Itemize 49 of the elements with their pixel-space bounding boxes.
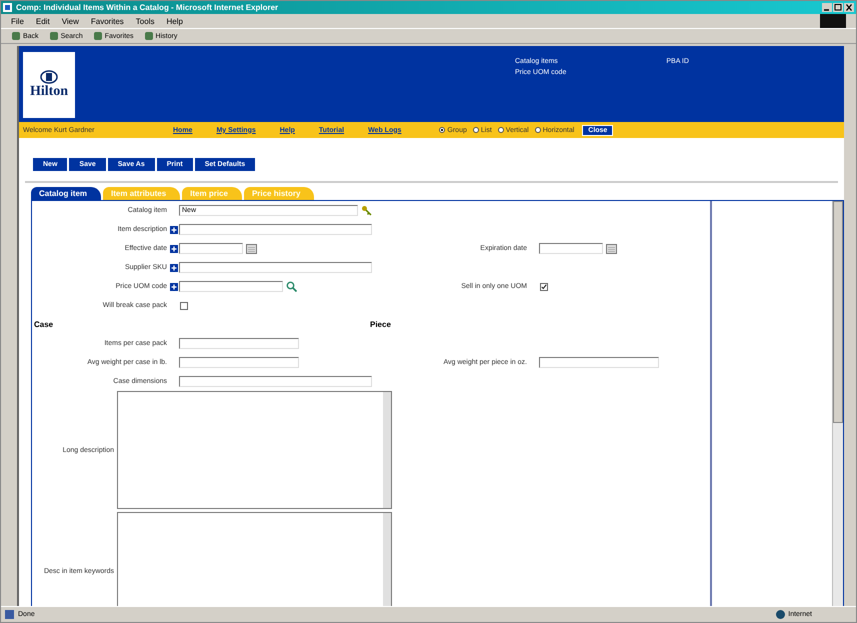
window-title: Comp: Individual Items Within a Catalog - Microsoft Internet Explorer (16, 3, 280, 12)
minimize-icon[interactable] (822, 3, 832, 12)
scrollbar-thumb[interactable] (833, 201, 843, 423)
section-heading: Piece (370, 320, 391, 329)
input-field[interactable] (179, 357, 299, 368)
maximize-icon[interactable] (833, 3, 843, 12)
scrollbar[interactable] (383, 392, 391, 508)
key-icon[interactable] (361, 205, 372, 216)
radio-button[interactable] (472, 127, 479, 133)
checkbox[interactable] (180, 302, 188, 310)
date-field[interactable] (539, 243, 603, 254)
input-field[interactable] (179, 224, 372, 235)
hilton-logo: Hilton (23, 52, 75, 118)
radio-button[interactable] (439, 127, 446, 133)
radio-button[interactable] (498, 127, 504, 133)
browser-icon (3, 3, 12, 12)
toolbar-icon[interactable] (11, 31, 21, 41)
menu-item[interactable]: Tools (136, 16, 154, 26)
scrollbar[interactable] (832, 201, 843, 606)
close-icon[interactable] (844, 3, 854, 12)
calendar-icon[interactable] (606, 243, 617, 254)
expand-icon[interactable] (170, 226, 178, 234)
toolbar-icon[interactable] (144, 31, 154, 41)
scrollbar[interactable] (383, 513, 391, 606)
input-field[interactable] (179, 376, 372, 387)
section-heading: Case (33, 320, 54, 329)
menu-item[interactable]: File (11, 16, 24, 26)
input-field[interactable] (179, 262, 372, 273)
expand-icon[interactable] (170, 282, 178, 290)
input-field[interactable] (539, 357, 659, 368)
toolbar-icon[interactable] (48, 31, 59, 41)
tab[interactable]: Catalog item (31, 187, 102, 200)
radio-button[interactable] (534, 127, 541, 133)
expand-icon[interactable] (170, 264, 178, 272)
input-field[interactable] (179, 338, 299, 349)
expand-icon[interactable] (170, 244, 178, 252)
input-field[interactable] (179, 281, 283, 292)
search-icon[interactable] (286, 281, 297, 292)
menu-item[interactable]: Edit (36, 16, 50, 26)
menu-item[interactable]: Help (166, 16, 183, 26)
calendar-icon[interactable] (246, 243, 257, 254)
toolbar-icon[interactable] (92, 31, 103, 41)
text-area[interactable] (117, 391, 392, 509)
menu-item[interactable]: Favorites (90, 16, 124, 26)
date-field[interactable] (179, 243, 243, 254)
page-icon (5, 610, 14, 619)
globe-icon (776, 610, 786, 619)
menu-item[interactable]: View (62, 16, 79, 26)
checkbox[interactable] (540, 282, 548, 290)
